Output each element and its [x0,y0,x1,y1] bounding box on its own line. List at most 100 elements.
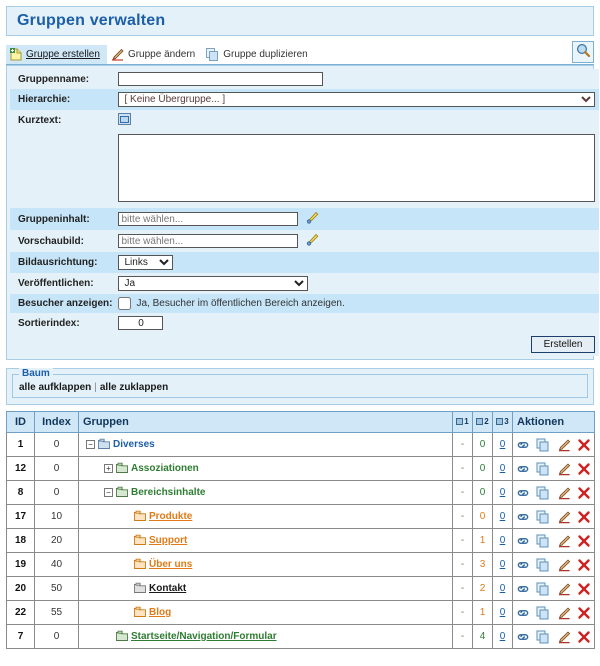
kurztext-textarea[interactable] [118,134,595,202]
tab-gruppe-erstellen[interactable]: Gruppe erstellen [6,45,107,64]
cell-actions [513,553,595,577]
delete-icon[interactable] [577,558,591,572]
group-name-link[interactable]: Assoziationen [131,463,199,474]
copy-icon[interactable] [536,606,550,620]
copy-icon[interactable] [536,558,550,572]
sortierindex-input[interactable] [118,316,163,330]
delete-icon[interactable] [577,438,591,452]
pencil-icon[interactable] [557,486,571,500]
copy-icon[interactable] [536,510,550,524]
pencil-icon[interactable] [557,558,571,572]
delete-icon[interactable] [577,510,591,524]
form-row-kurztext: Kurztext: [10,110,599,131]
cell-count-3[interactable]: 0 [493,505,513,529]
group-name-link[interactable]: Über uns [149,559,192,570]
pencil-icon[interactable] [557,630,571,644]
cell-id: 7 [7,625,35,649]
delete-icon[interactable] [577,486,591,500]
pencil-icon[interactable] [557,606,571,620]
pencil-icon[interactable] [557,438,571,452]
group-create-form: Gruppenname: Hierarchie: [ Keine Übergru… [6,65,594,360]
tree-expand-toggle[interactable]: + [104,464,113,473]
vorschaubild-picker-icon[interactable] [306,233,319,249]
link-icon[interactable] [516,583,530,595]
gruppenname-input[interactable] [118,72,323,86]
cell-count-3[interactable]: 0 [493,577,513,601]
table-row: 70Startseite/Navigation/Formular-40 [7,625,595,649]
link-icon[interactable] [516,607,530,619]
cell-count-3[interactable]: 0 [493,481,513,505]
copy-icon[interactable] [536,486,550,500]
link-icon[interactable] [516,535,530,547]
pencil-icon[interactable] [557,582,571,596]
search-button[interactable] [572,41,594,63]
copy-icon[interactable] [536,534,550,548]
group-name-link[interactable]: Blog [149,607,171,618]
tree-collapse-toggle[interactable]: − [104,488,113,497]
delete-icon[interactable] [577,462,591,476]
delete-icon[interactable] [577,534,591,548]
link-icon[interactable] [516,439,530,451]
cell-count-3[interactable]: 0 [493,433,513,457]
cell-id: 8 [7,481,35,505]
expand-all-link[interactable]: alle aufklappen [19,382,91,393]
tab-gruppe-duplizieren[interactable]: Gruppe duplizieren [202,45,315,64]
link-icon[interactable] [516,487,530,499]
cell-count-1: - [453,481,473,505]
table-row: 10−Diverses-00 [7,433,595,457]
cell-actions [513,433,595,457]
tree-toggle-spacer [122,608,131,617]
cell-count-2: 1 [473,601,493,625]
copy-icon[interactable] [536,462,550,476]
cell-count-3[interactable]: 0 [493,601,513,625]
besucher-checkbox[interactable] [118,297,131,310]
col-count-2-label: 2 [484,417,488,426]
cell-count-1: - [453,433,473,457]
link-icon[interactable] [516,631,530,643]
erstellen-button[interactable]: Erstellen [531,336,596,353]
tab-gruppe-aendern[interactable]: Gruppe ändern [107,45,202,64]
gruppeninhalt-picker-icon[interactable] [306,211,319,227]
group-name-link[interactable]: Kontakt [149,583,186,594]
cell-count-1: - [453,457,473,481]
group-name-link[interactable]: Startseite/Navigation/Formular [131,631,277,642]
copy-icon[interactable] [536,630,550,644]
cell-index: 10 [35,505,79,529]
pencil-icon[interactable] [557,510,571,524]
delete-icon[interactable] [577,606,591,620]
cell-index: 0 [35,625,79,649]
vorschaubild-input[interactable] [118,234,298,248]
group-name-link[interactable]: Produkte [149,511,192,522]
hierarchie-label: Hierarchie: [10,89,116,110]
cell-group-name: Kontakt [79,577,453,601]
tree-toggle-spacer [122,584,131,593]
editor-window-icon[interactable] [118,113,131,128]
cell-count-3[interactable]: 0 [493,457,513,481]
link-icon[interactable] [516,559,530,571]
cell-group-name: Blog [79,601,453,625]
cell-count-3[interactable]: 0 [493,553,513,577]
bildausrichtung-select[interactable]: Links [118,255,173,270]
cell-count-3[interactable]: 0 [493,625,513,649]
group-name-link[interactable]: Bereichsinhalte [131,487,205,498]
copy-icon[interactable] [536,582,550,596]
cell-actions [513,457,595,481]
pencil-icon[interactable] [557,462,571,476]
pencil-icon[interactable] [557,534,571,548]
tree-links: alle aufklappen|alle zuklappen [19,382,581,393]
gruppeninhalt-input[interactable] [118,212,298,226]
delete-icon[interactable] [577,630,591,644]
copy-icon[interactable] [536,438,550,452]
group-name-link[interactable]: Diverses [113,439,155,450]
delete-icon[interactable] [577,582,591,596]
veroeffentlichen-select[interactable]: Ja [118,276,308,291]
cell-count-3[interactable]: 0 [493,529,513,553]
link-icon[interactable] [516,511,530,523]
hierarchie-select[interactable]: [ Keine Übergruppe... ] [118,92,595,107]
link-icon[interactable] [516,463,530,475]
cell-group-name: Support [79,529,453,553]
cell-count-2: 0 [473,481,493,505]
tree-collapse-toggle[interactable]: − [86,440,95,449]
collapse-all-link[interactable]: alle zuklappen [100,382,168,393]
group-name-link[interactable]: Support [149,535,187,546]
